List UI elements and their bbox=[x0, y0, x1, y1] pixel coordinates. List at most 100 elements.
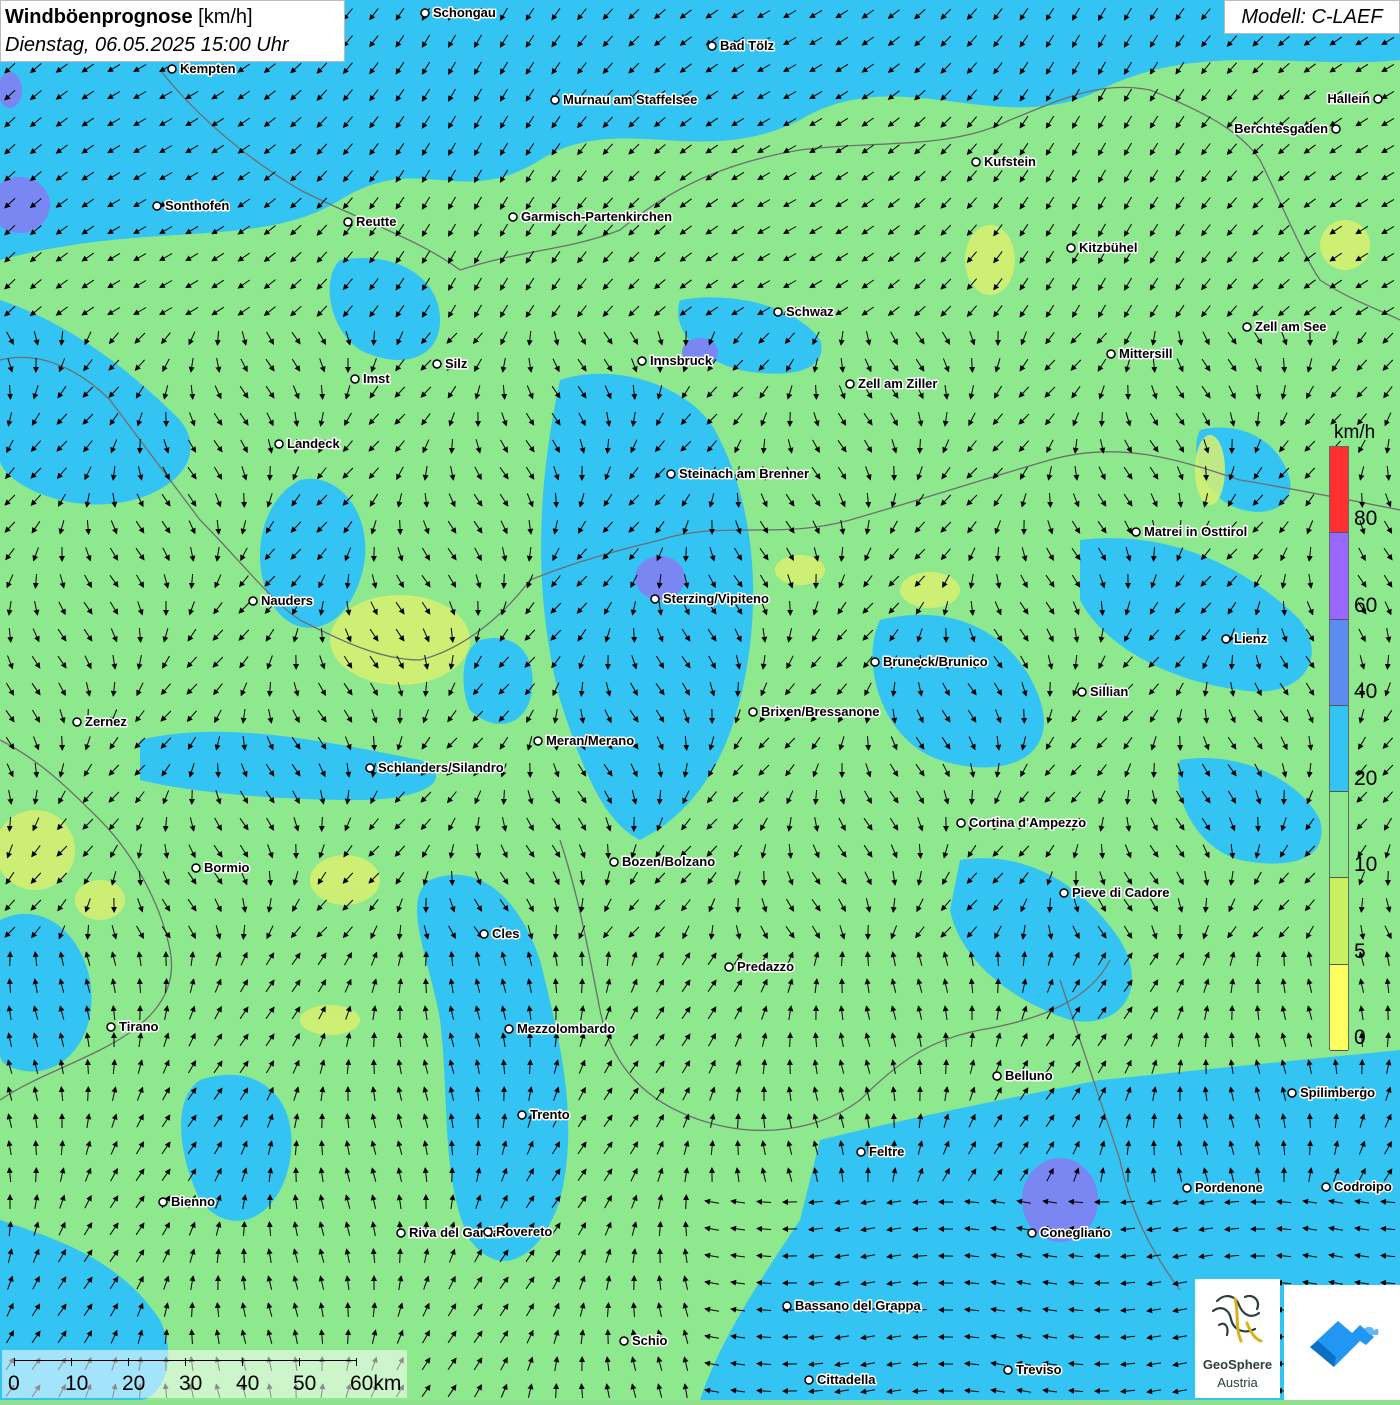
scale-bar-tick bbox=[242, 1358, 243, 1366]
city-label: Schwaz bbox=[786, 304, 834, 319]
city-marker[interactable]: Pordenone bbox=[1183, 1180, 1263, 1195]
forecast-datetime: Dienstag, 06.05.2025 15:00 Uhr bbox=[5, 31, 340, 59]
wind-arrow bbox=[452, 1168, 453, 1182]
city-dot bbox=[1322, 1183, 1330, 1191]
legend-segment bbox=[1330, 706, 1348, 792]
city-marker[interactable]: Mezzolombardo bbox=[505, 1021, 615, 1036]
scale-bar-tick bbox=[356, 1358, 357, 1366]
city-label: Sillian bbox=[1090, 684, 1128, 699]
city-dot bbox=[957, 819, 965, 827]
city-label: Bassano del Grappa bbox=[795, 1298, 921, 1313]
city-dot bbox=[1132, 528, 1140, 536]
scale-bar-label: 50 bbox=[293, 1372, 316, 1396]
wind-arrow bbox=[1154, 1141, 1155, 1155]
city-dot bbox=[610, 858, 618, 866]
city-marker[interactable]: Cortina d'Ampezzo bbox=[957, 815, 1086, 830]
city-marker[interactable]: Conegliano bbox=[1028, 1225, 1111, 1240]
city-label: Bruneck/Brunico bbox=[883, 654, 988, 669]
city-dot bbox=[275, 440, 283, 448]
city-dot bbox=[534, 737, 542, 745]
city-marker[interactable]: Steinach am Brenner bbox=[667, 466, 809, 481]
city-marker[interactable]: Schongau bbox=[421, 5, 496, 20]
city-marker[interactable]: Bassano del Grappa bbox=[783, 1298, 921, 1313]
city-marker[interactable]: Zell am Ziller bbox=[846, 376, 937, 391]
city-label: Kufstein bbox=[984, 154, 1036, 169]
city-label: Matrei in Osttirol bbox=[1144, 524, 1247, 539]
city-dot bbox=[421, 9, 429, 17]
scale-bar-tick bbox=[14, 1358, 15, 1366]
city-label: Schlanders/Silandro bbox=[378, 760, 504, 775]
city-dot bbox=[708, 42, 716, 50]
city-marker[interactable]: Garmisch-Partenkirchen bbox=[509, 209, 672, 224]
city-label: Sterzing/Vipiteno bbox=[663, 591, 769, 606]
city-label: Schio bbox=[632, 1333, 667, 1348]
city-marker[interactable]: Spilimbergo bbox=[1288, 1085, 1375, 1100]
city-label: Codroipo bbox=[1334, 1179, 1392, 1194]
wind-arrow bbox=[166, 412, 167, 426]
city-label: Zell am Ziller bbox=[858, 376, 937, 391]
legend-segment bbox=[1330, 447, 1348, 533]
city-marker[interactable]: Sonthofen bbox=[153, 198, 229, 213]
city-marker[interactable]: Murnau am Staffelsee bbox=[551, 92, 697, 107]
city-dot bbox=[620, 1337, 628, 1345]
city-label: Garmisch-Partenkirchen bbox=[521, 209, 672, 224]
city-marker[interactable]: Berchtesgaden bbox=[1234, 121, 1340, 136]
legend-tick-label: 80 bbox=[1354, 508, 1377, 529]
scale-bar-label: 40 bbox=[236, 1372, 259, 1396]
city-dot bbox=[1332, 125, 1340, 133]
city-label: Mittersill bbox=[1119, 346, 1172, 361]
legend-colorbar bbox=[1329, 446, 1349, 1050]
legend-segment bbox=[1330, 965, 1348, 1051]
city-label: Cittadella bbox=[817, 1372, 876, 1387]
city-dot bbox=[505, 1025, 513, 1033]
city-marker[interactable]: Matrei in Osttirol bbox=[1132, 524, 1247, 539]
geosphere-logo[interactable]: GeoSphere Austria bbox=[1195, 1279, 1280, 1398]
city-dot bbox=[1067, 244, 1075, 252]
legend-segment bbox=[1330, 620, 1348, 706]
city-marker[interactable]: Schlanders/Silandro bbox=[366, 760, 504, 775]
city-label: Schongau bbox=[433, 5, 496, 20]
city-dot bbox=[1288, 1089, 1296, 1097]
city-label: Reutte bbox=[356, 214, 396, 229]
legend-segment bbox=[1330, 878, 1348, 964]
city-marker[interactable]: Bruneck/Brunico bbox=[871, 654, 988, 669]
city-label: Cortina d'Ampezzo bbox=[969, 815, 1086, 830]
city-dot bbox=[518, 1111, 526, 1119]
city-marker[interactable]: Zell am See bbox=[1243, 319, 1327, 334]
city-label: Conegliano bbox=[1040, 1225, 1111, 1240]
wind-gust-map[interactable]: SchongauKemptenBad TölzMurnau am Staffel… bbox=[0, 0, 1400, 1400]
city-label: Bormio bbox=[204, 860, 250, 875]
city-dot bbox=[1004, 1366, 1012, 1374]
scale-bar-tick bbox=[128, 1358, 129, 1366]
scale-bar-tick bbox=[71, 1358, 72, 1366]
city-label: Steinach am Brenner bbox=[679, 466, 809, 481]
wind-arrow bbox=[1154, 763, 1155, 777]
legend-tick-label: 20 bbox=[1354, 768, 1377, 789]
city-dot bbox=[805, 1376, 813, 1384]
city-marker[interactable]: Bozen/Bolzano bbox=[610, 854, 715, 869]
city-dot bbox=[168, 65, 176, 73]
city-label: Cles bbox=[492, 926, 519, 941]
wind-arrow bbox=[686, 1195, 687, 1209]
city-label: Kempten bbox=[180, 61, 236, 76]
wind-arrow bbox=[504, 574, 505, 588]
scale-bar-tick bbox=[299, 1358, 300, 1366]
scale-bar-tick bbox=[185, 1358, 186, 1366]
city-label: Kitzbühel bbox=[1079, 240, 1138, 255]
legend-tick-label: 5 bbox=[1354, 941, 1366, 962]
wind-arrow bbox=[894, 1114, 895, 1128]
city-dot bbox=[725, 963, 733, 971]
city-dot bbox=[397, 1229, 405, 1237]
city-marker[interactable]: Brixen/Bressanone bbox=[749, 704, 880, 719]
city-marker[interactable]: Innsbruck bbox=[638, 353, 713, 368]
city-label: Tirano bbox=[119, 1019, 159, 1034]
wind-arrow bbox=[10, 952, 11, 966]
city-dot bbox=[153, 202, 161, 210]
city-label: Spilimbergo bbox=[1300, 1085, 1375, 1100]
city-marker[interactable]: Pieve di Cadore bbox=[1060, 885, 1170, 900]
legend-tick-label: 10 bbox=[1354, 854, 1377, 875]
app-logo[interactable] bbox=[1284, 1285, 1400, 1400]
model-label: Modell: C-LAEF bbox=[1224, 0, 1400, 34]
city-marker[interactable]: Sterzing/Vipiteno bbox=[651, 591, 769, 606]
city-marker[interactable]: Meran/Merano bbox=[534, 733, 634, 748]
